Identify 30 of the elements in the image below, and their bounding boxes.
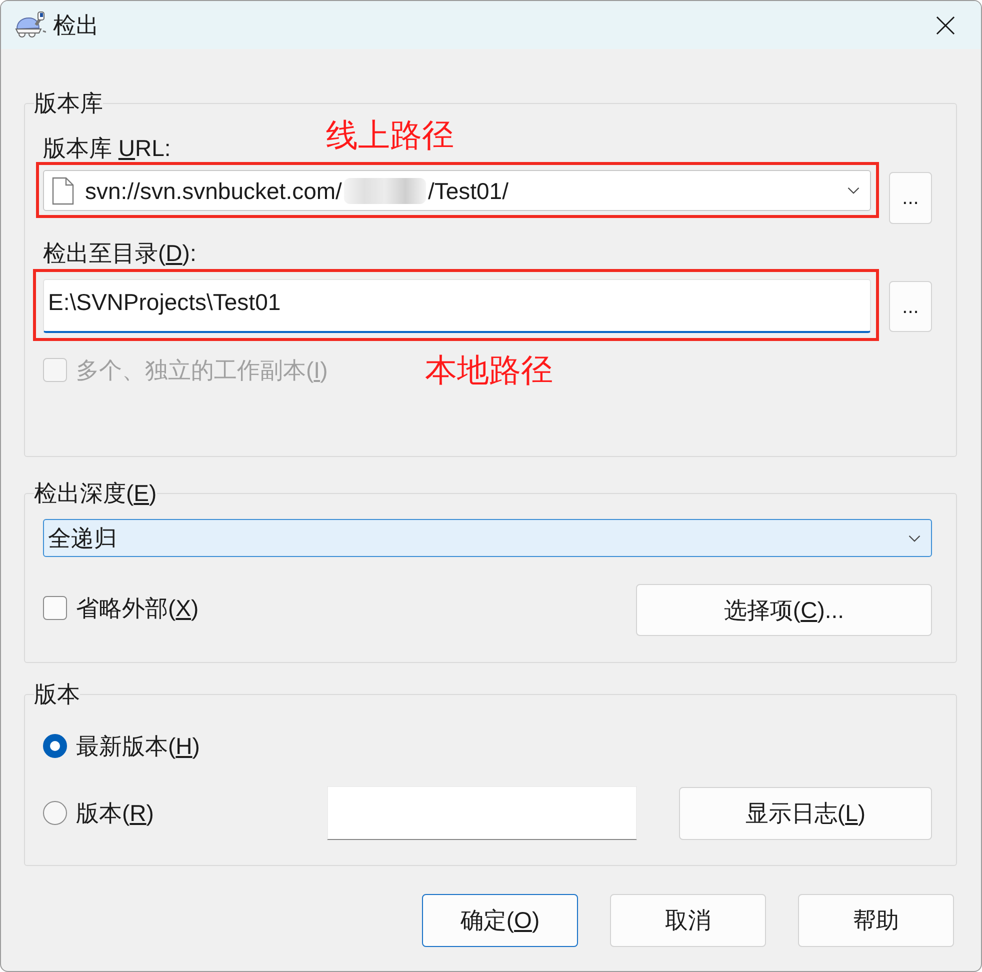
chevron-down-icon [908, 534, 921, 542]
radio-label[interactable]: 版本(R) [76, 799, 154, 827]
group-title: 版本 [34, 680, 80, 708]
radio-button[interactable] [43, 734, 67, 758]
radio-button[interactable] [43, 801, 67, 825]
url-combobox[interactable]: svn://svn.svnbucket.com/ /Test01/ [43, 170, 871, 211]
depth-dropdown[interactable]: 全递归 [43, 519, 932, 557]
document-icon [52, 176, 74, 204]
group-title: 检出深度(E) [34, 479, 157, 507]
turtle-icon [14, 11, 46, 39]
dialog-button[interactable]: 确定(O) [422, 894, 578, 947]
choose-items-button[interactable]: 选择项(C)... [636, 584, 932, 636]
field-label: 检出至目录(D): [43, 239, 196, 267]
checkbox[interactable] [43, 596, 67, 620]
chevron-down-icon [847, 187, 860, 194]
checkbox-label[interactable]: 省略外部(X) [76, 594, 199, 622]
revision-field[interactable] [327, 786, 637, 840]
browse-button[interactable]: ... [889, 281, 932, 332]
show-log-button[interactable]: 显示日志(L) [679, 786, 932, 840]
radio-label[interactable]: 最新版本(H) [76, 732, 200, 760]
annotation-text: 线上路径 [326, 117, 454, 153]
group-title: 版本库 [34, 89, 103, 117]
browse-button[interactable]: ... [889, 172, 932, 224]
window-title: 检出 [53, 11, 99, 40]
path-input[interactable]: E:\SVNProjects\Test01 [43, 279, 871, 333]
dialog-button[interactable]: 取消 [610, 894, 766, 947]
close-icon [936, 16, 954, 34]
dialog-button[interactable]: 帮助 [798, 894, 954, 947]
annotation-text: 本地路径 [425, 352, 553, 388]
field-label: 版本库 URL: [43, 134, 171, 162]
